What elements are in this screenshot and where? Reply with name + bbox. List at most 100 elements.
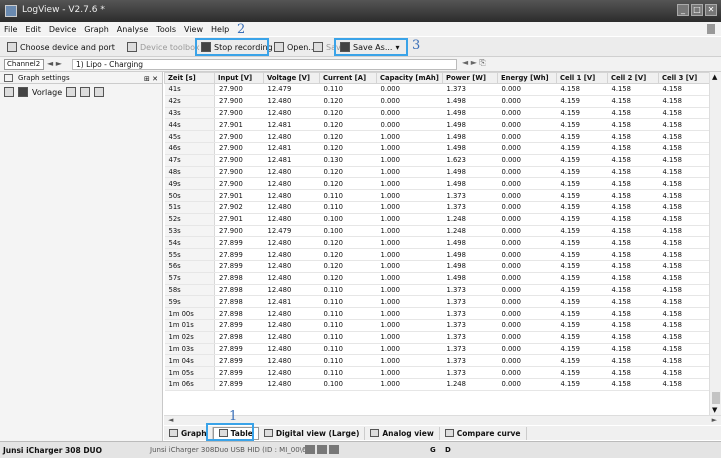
menu-file[interactable]: File	[4, 25, 17, 34]
curve-tool-icon[interactable]	[80, 87, 91, 97]
pin-icon[interactable]: ⊞ ✕	[144, 73, 158, 85]
menu-device[interactable]: Device	[49, 25, 76, 34]
menu-graph[interactable]: Graph	[84, 25, 109, 34]
save-template-icon[interactable]	[18, 87, 28, 97]
column-header[interactable]: Current [A]	[319, 72, 377, 84]
table-row[interactable]: 58s 27.898 12.480 0.110 1.000 1.373 0.000 4.159…	[164, 284, 710, 297]
table-row[interactable]: 45s 27.900 12.480 0.120 1.000 1.498 0.000 4.159…	[164, 130, 710, 143]
device-name-field[interactable]: 1) Lipo - Charging	[72, 59, 457, 70]
table-cell: 4.158	[607, 95, 659, 108]
table-row[interactable]: 43s 27.900 12.480 0.120 0.000 1.498 0.000 4.159…	[164, 107, 710, 120]
tab-digital-view[interactable]: Digital view (Large)	[259, 426, 366, 440]
vertical-scrollbar[interactable]: ▲ ▼	[709, 72, 721, 415]
table-row[interactable]: 1m 02s 27.898 12.480 0.110 1.000 1.373 0.000 4.…	[164, 331, 710, 344]
table-cell: 12.480	[263, 366, 320, 379]
table-cell: 4.159	[556, 166, 608, 179]
table-cell: 0.000	[497, 366, 557, 379]
column-header[interactable]: Power [W]	[442, 72, 498, 84]
table-row[interactable]: 1m 06s 27.899 12.480 0.100 1.000 1.248 0.000 4.…	[164, 378, 710, 391]
highlight-box-1	[206, 423, 254, 441]
table-row[interactable]: 41s 27.900 12.479 0.110 0.000 1.373 0.000 4.158…	[164, 83, 710, 96]
column-header[interactable]: Input [V]	[214, 72, 264, 84]
table-row[interactable]: 49s 27.900 12.480 0.120 1.000 1.498 0.000 4.159…	[164, 177, 710, 191]
table-cell: 0.120	[319, 248, 377, 261]
table-cell: 27.901	[214, 189, 264, 202]
table-row[interactable]: 48s 27.900 12.480 0.120 1.000 1.498 0.000 4.159…	[164, 166, 710, 179]
table-row[interactable]: 1m 00s 27.898 12.480 0.110 1.000 1.373 0.000 4.…	[164, 307, 710, 320]
save-vorlage-icon[interactable]	[66, 87, 77, 97]
table-cell: 1.498	[442, 107, 498, 120]
table-row[interactable]: 42s 27.900 12.480 0.120 0.000 1.498 0.000 4.159…	[164, 95, 710, 108]
menu-help[interactable]: Help	[211, 25, 229, 34]
column-header[interactable]: Energy [Wh]	[497, 72, 557, 84]
restore-icon[interactable]: □	[691, 4, 703, 16]
table-row[interactable]: 47s 27.900 12.481 0.130 1.000 1.623 0.000 4.159…	[164, 154, 710, 167]
table-row[interactable]: 1m 01s 27.899 12.480 0.110 1.000 1.373 0.000 4.…	[164, 319, 710, 332]
table-row[interactable]: 1m 05s 27.899 12.480 0.110 1.000 1.373 0.000 4.…	[164, 366, 710, 379]
status-icon-1	[305, 445, 315, 454]
column-header[interactable]: Capacity [mAh]	[376, 72, 443, 84]
table-row[interactable]: 46s 27.900 12.481 0.120 1.000 1.498 0.000 4.159…	[164, 142, 710, 155]
table-cell: 27.900	[214, 130, 264, 143]
table-cell: 4.158	[658, 213, 710, 226]
table-cell: 4.158	[607, 107, 659, 120]
table-row[interactable]: 59s 27.898 12.481 0.110 1.000 1.373 0.000 4.159…	[164, 295, 710, 309]
table-cell: 1.000	[376, 213, 443, 226]
scroll-up-icon[interactable]: ▲	[712, 73, 717, 81]
scroll-right-icon[interactable]: ►	[712, 416, 717, 424]
table-cell: 4.159	[556, 118, 608, 132]
device-toolbox-button[interactable]: Device toolbox	[124, 40, 203, 54]
menu-analyse[interactable]: Analyse	[117, 25, 149, 34]
table-row[interactable]: 56s 27.899 12.480 0.120 1.000 1.498 0.000 4.159…	[164, 260, 710, 273]
table-cell: 52s	[164, 213, 215, 226]
choose-device-button[interactable]: Choose device and port	[4, 40, 118, 54]
tab-analog-view[interactable]: Analog view	[365, 426, 440, 440]
table-cell: 1.498	[442, 142, 498, 155]
table-row[interactable]: 1m 03s 27.899 12.480 0.110 1.000 1.373 0.000 4.…	[164, 343, 710, 356]
close-icon[interactable]: ✕	[705, 4, 717, 16]
table-cell: 1.373	[442, 354, 498, 368]
table-cell: 0.000	[497, 201, 557, 214]
status-icon-3	[329, 445, 339, 454]
table-cell: 51s	[164, 201, 215, 214]
table-row[interactable]: 1m 04s 27.899 12.480 0.110 1.000 1.373 0.000 4.…	[164, 354, 710, 368]
table-row[interactable]: 50s 27.901 12.480 0.110 1.000 1.373 0.000 4.159…	[164, 189, 710, 202]
record-nav-icons[interactable]: ◄ ► ⎘	[462, 58, 486, 68]
table-cell: 12.481	[263, 118, 320, 132]
column-header[interactable]: Voltage [V]	[263, 72, 320, 84]
table-cell: 12.480	[263, 378, 320, 391]
table-cell: 0.110	[319, 343, 377, 356]
table-cell: 12.480	[263, 331, 320, 344]
column-header[interactable]: Cell 3 [V]	[658, 72, 710, 84]
channel-select[interactable]: Channel2	[4, 59, 44, 70]
table-row[interactable]: 44s 27.901 12.481 0.120 0.000 1.498 0.000 4.159…	[164, 118, 710, 132]
table-row[interactable]: 52s 27.901 12.480 0.100 1.000 1.248 0.000 4.159…	[164, 213, 710, 226]
menu-edit[interactable]: Edit	[25, 25, 41, 34]
table-cell: 4.159	[556, 236, 608, 250]
scroll-left-icon[interactable]: ◄	[168, 416, 173, 424]
column-header[interactable]: Zeit [s]	[164, 72, 215, 84]
tab-compare-curve[interactable]: Compare curve	[440, 426, 527, 440]
annotation-2: 2	[237, 22, 246, 37]
column-header[interactable]: Cell 1 [V]	[556, 72, 608, 84]
table-row[interactable]: 51s 27.902 12.480 0.110 1.000 1.373 0.000 4.159…	[164, 201, 710, 214]
table-row[interactable]: 57s 27.898 12.480 0.120 1.000 1.498 0.000 4.159…	[164, 272, 710, 285]
table-cell: 4.158	[607, 331, 659, 344]
table-row[interactable]: 54s 27.899 12.480 0.120 1.000 1.498 0.000 4.159…	[164, 236, 710, 250]
status-d: D	[445, 446, 451, 454]
table-cell: 1.623	[442, 154, 498, 167]
scroll-thumb[interactable]	[712, 392, 720, 404]
menu-tools[interactable]: Tools	[156, 25, 176, 34]
minimize-icon[interactable]: _	[677, 4, 689, 16]
table-cell: 4.158	[607, 284, 659, 297]
table-row[interactable]: 55s 27.899 12.480 0.120 1.000 1.498 0.000 4.159…	[164, 248, 710, 261]
scroll-down-icon[interactable]: ▼	[712, 406, 717, 414]
menu-view[interactable]: View	[184, 25, 203, 34]
open-folder-icon[interactable]	[4, 87, 14, 97]
curve-edit-icon[interactable]	[94, 87, 105, 97]
column-header[interactable]: Cell 2 [V]	[607, 72, 659, 84]
help-icon[interactable]	[707, 24, 715, 34]
table-row[interactable]: 53s 27.900 12.479 0.100 1.000 1.248 0.000 4.159…	[164, 225, 710, 238]
nav-arrows-icon[interactable]: ◄ ►	[47, 59, 62, 68]
table-cell: 0.000	[497, 331, 557, 344]
